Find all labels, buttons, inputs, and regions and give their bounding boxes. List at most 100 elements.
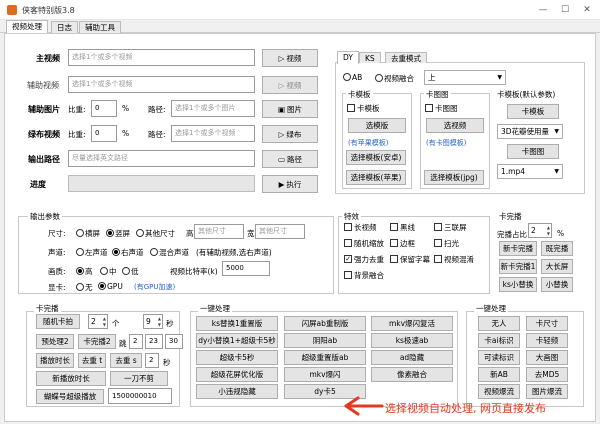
- tab-dedupe-mode[interactable]: 去重模式: [385, 52, 427, 63]
- dedupe-s-input[interactable]: 2: [145, 353, 159, 368]
- green-video-input[interactable]: 选择1个或多个视频: [171, 125, 255, 142]
- audio-right-radio[interactable]: 右声道: [112, 247, 144, 258]
- bitrate-input[interactable]: 5000: [222, 261, 270, 276]
- one-key-button[interactable]: 图片爆流: [526, 384, 568, 399]
- new-card1-button[interactable]: 新卡完播1: [499, 259, 537, 274]
- ks-small-replace-button[interactable]: ks小替换: [499, 277, 537, 292]
- preset2-button[interactable]: 预处理2: [36, 334, 74, 349]
- effect-checkbox[interactable]: 三联屏: [434, 222, 467, 233]
- size-landscape-radio[interactable]: 横屏: [76, 228, 100, 239]
- jpg-template-button[interactable]: 选择模板(jpg): [424, 170, 484, 185]
- one-key-button[interactable]: 小违规隐藏: [196, 384, 278, 399]
- gpu-none-radio[interactable]: 无: [76, 282, 93, 293]
- size-other-radio[interactable]: 其他尺寸: [136, 228, 175, 239]
- size-portrait-radio[interactable]: 竖屏: [106, 228, 130, 239]
- play-duration-button[interactable]: 播放时长: [36, 353, 74, 368]
- one-key-button[interactable]: 去MD5: [526, 367, 568, 382]
- one-key-button[interactable]: 无人: [478, 316, 520, 331]
- dedupe-t-button[interactable]: 去重 t: [78, 353, 106, 368]
- small-replace-button[interactable]: 小替换: [541, 277, 573, 292]
- audio-left-radio[interactable]: 左声道: [76, 247, 108, 258]
- card-default-template-button[interactable]: 卡模板: [507, 104, 559, 119]
- tab-tools[interactable]: 辅助工具: [79, 21, 121, 33]
- tab-log[interactable]: 日志: [51, 21, 78, 33]
- butterfly-button[interactable]: 蝴蝶号超级播放: [36, 389, 104, 404]
- audio-mix-radio[interactable]: 混合声道: [150, 247, 189, 258]
- minimize-icon[interactable]: —: [536, 3, 550, 17]
- quality-high-radio[interactable]: 高: [76, 266, 93, 277]
- green-video-ratio-input[interactable]: 0: [91, 125, 117, 142]
- random-a-input[interactable]: 2 ▲ ▼: [88, 314, 108, 329]
- one-key-button[interactable]: 新AB: [478, 367, 520, 382]
- one-key-button[interactable]: 阴阳ab: [284, 333, 366, 348]
- one-key-button[interactable]: 卡ai标识: [478, 333, 520, 348]
- card-template-select-button[interactable]: 选模版: [348, 118, 406, 133]
- card-image-template-link[interactable]: (有卡图模板): [426, 138, 466, 148]
- aux-image-input[interactable]: 选择1个或多个图片: [171, 100, 255, 117]
- one-key-button[interactable]: dy小替换1+超级卡5秒: [196, 333, 278, 348]
- one-key-button[interactable]: mkv爆闪: [284, 367, 366, 382]
- effect-checkbox[interactable]: 黑线: [390, 222, 415, 233]
- tab-ks[interactable]: KS: [359, 52, 381, 63]
- effect-checkbox[interactable]: 保留字幕: [390, 254, 430, 265]
- android-template-button[interactable]: 选择模板(安卓): [346, 150, 406, 165]
- ji-card-button[interactable]: 既完播: [541, 241, 573, 256]
- mp4-select[interactable]: 1.mp4 ▼: [497, 164, 563, 179]
- height-input[interactable]: 其他尺寸: [194, 224, 244, 239]
- effect-checkbox[interactable]: 视频混淆: [434, 254, 474, 265]
- new-play-duration-button[interactable]: 新播放时长: [36, 371, 106, 386]
- one-key-button[interactable]: ks替换1重置版: [196, 316, 278, 331]
- quality-low-radio[interactable]: 低: [122, 266, 139, 277]
- effect-checkbox[interactable]: 随机缩放: [344, 238, 384, 249]
- apple-template-link[interactable]: (有苹果模板): [348, 138, 388, 148]
- one-key-button[interactable]: 超级重置版ab: [284, 350, 366, 365]
- random-b-input[interactable]: 9 ▲ ▼: [143, 314, 163, 329]
- card-template-checkbox[interactable]: 卡模板: [347, 103, 380, 114]
- one-key-button[interactable]: 可读标识: [478, 350, 520, 365]
- one-key-button[interactable]: 卡轻频: [526, 333, 568, 348]
- effect-checkbox[interactable]: 扫光: [434, 238, 459, 249]
- maximize-icon[interactable]: ☐: [558, 3, 572, 17]
- one-key-button[interactable]: 超级花屏优化版: [196, 367, 278, 382]
- butterfly-input[interactable]: 1500000010: [108, 388, 172, 404]
- one-key-button[interactable]: mkv爆闪复活: [371, 316, 453, 331]
- 3d-select[interactable]: 3D花瓣使用量 ▼: [497, 124, 563, 139]
- card-image-select-button[interactable]: 选视频: [426, 118, 484, 133]
- long-screen-button[interactable]: 大长屏: [541, 259, 573, 274]
- mode-ab-radio[interactable]: AB: [343, 73, 362, 82]
- aux-image-ratio-input[interactable]: 0: [91, 100, 117, 117]
- output-path-input[interactable]: 尽量选择英文路径: [68, 150, 255, 167]
- card-default-image-button[interactable]: 卡图图: [507, 144, 559, 159]
- effect-checkbox[interactable]: 边框: [390, 238, 415, 249]
- green-video-button[interactable]: ▷ 绿布: [262, 125, 318, 143]
- aux-video-button[interactable]: ▷ 视频: [262, 76, 318, 94]
- card2-a-input[interactable]: 2: [129, 334, 143, 349]
- one-key-button[interactable]: 卡尺寸: [526, 316, 568, 331]
- main-video-button[interactable]: ▷ 视频: [262, 49, 318, 67]
- card-image-checkbox[interactable]: 卡图图: [425, 103, 458, 114]
- one-key-button[interactable]: ad隐藏: [371, 350, 453, 365]
- one-key-button[interactable]: 视频爆流: [478, 384, 520, 399]
- tab-video-process[interactable]: 视频处理: [6, 20, 48, 34]
- aux-video-input[interactable]: 选择1个或多个视频: [68, 76, 255, 93]
- one-key-button[interactable]: 像素融合: [371, 367, 453, 382]
- card2-b-input[interactable]: 23: [145, 334, 163, 349]
- width-input[interactable]: 其他尺寸: [255, 224, 305, 239]
- random-card-button[interactable]: 随机卡拍: [36, 314, 80, 329]
- execute-button[interactable]: ▶ 执行: [262, 175, 318, 193]
- close-icon[interactable]: ✕: [580, 3, 594, 17]
- effect-checkbox[interactable]: 背景融合: [344, 270, 384, 281]
- shield-ratio-input[interactable]: 2 ▲ ▼: [528, 223, 552, 238]
- effect-checkbox[interactable]: 长视频: [344, 222, 377, 233]
- main-video-input[interactable]: 选择1个或多个视频: [68, 49, 255, 66]
- mode-select[interactable]: 上 ▼: [424, 70, 506, 85]
- gpu-link[interactable]: (有GPU加速): [134, 282, 175, 292]
- one-key-button[interactable]: 闪屏ab重制版: [284, 316, 366, 331]
- quality-mid-radio[interactable]: 中: [100, 266, 117, 277]
- tab-dy[interactable]: DY: [337, 51, 359, 64]
- effect-checkbox[interactable]: ✓ 强力去重: [344, 254, 384, 265]
- mode-fusion-radio[interactable]: 视频融合: [375, 73, 414, 84]
- output-path-button[interactable]: ▭ 路径: [262, 150, 318, 168]
- aux-image-button[interactable]: ▣ 图片: [262, 100, 318, 118]
- one-key-button[interactable]: ks极速ab: [371, 333, 453, 348]
